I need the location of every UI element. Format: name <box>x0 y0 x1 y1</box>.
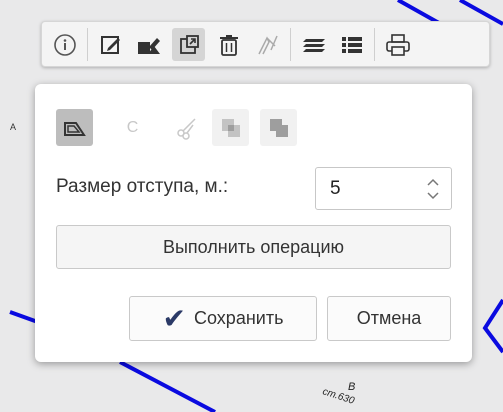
info-icon <box>53 33 76 56</box>
split-operation-button[interactable] <box>168 109 205 146</box>
list-icon <box>341 36 362 53</box>
scissors-icon <box>176 117 196 140</box>
save-label: Сохранить <box>194 308 284 328</box>
edit-object-icon <box>137 37 160 54</box>
external-window-icon <box>179 34 199 54</box>
save-button[interactable]: ✔ Сохранить <box>129 296 317 341</box>
layers-button[interactable] <box>297 28 330 61</box>
checkmark-icon: ✔ <box>162 302 186 334</box>
external-window-button[interactable] <box>172 28 205 61</box>
print-icon <box>385 33 410 56</box>
print-button[interactable] <box>381 28 414 61</box>
layers-icon <box>302 38 325 52</box>
delete-button[interactable] <box>212 28 245 61</box>
intersect-operation-button[interactable] <box>212 109 249 146</box>
union-operation-button[interactable] <box>260 109 297 146</box>
spinner-arrows-icon[interactable] <box>425 176 441 202</box>
edit-button[interactable] <box>94 28 127 61</box>
measure-icon <box>257 35 278 54</box>
map-marker-label: A <box>10 122 17 132</box>
trash-icon <box>219 34 238 56</box>
measure-button[interactable] <box>250 28 283 61</box>
offset-size-value: 5 <box>330 178 341 199</box>
list-button[interactable] <box>335 28 368 61</box>
letter-c-icon: C <box>126 118 139 136</box>
execute-operation-label: Выполнить операцию <box>162 236 345 257</box>
toolbar-separator <box>290 28 291 61</box>
edit-object-button[interactable] <box>132 28 165 61</box>
buffer-operation-button[interactable] <box>56 109 93 146</box>
union-icon <box>269 118 288 137</box>
map-toolbar <box>41 21 490 67</box>
c-operation-button[interactable]: C <box>114 109 151 146</box>
map-point-letter: В <box>348 381 356 393</box>
toolbar-separator <box>374 28 375 61</box>
offset-size-input[interactable]: 5 <box>315 167 452 210</box>
toolbar-separator <box>87 28 88 61</box>
cancel-label: Отмена <box>356 308 422 328</box>
info-button[interactable] <box>48 28 81 61</box>
edit-icon <box>100 35 120 54</box>
intersect-icon <box>221 118 240 137</box>
execute-operation-button[interactable]: Выполнить операцию <box>56 225 451 269</box>
offset-size-label: Размер отступа, м.: <box>56 176 229 197</box>
buffer-icon <box>63 121 86 136</box>
cancel-button[interactable]: Отмена <box>327 296 451 341</box>
